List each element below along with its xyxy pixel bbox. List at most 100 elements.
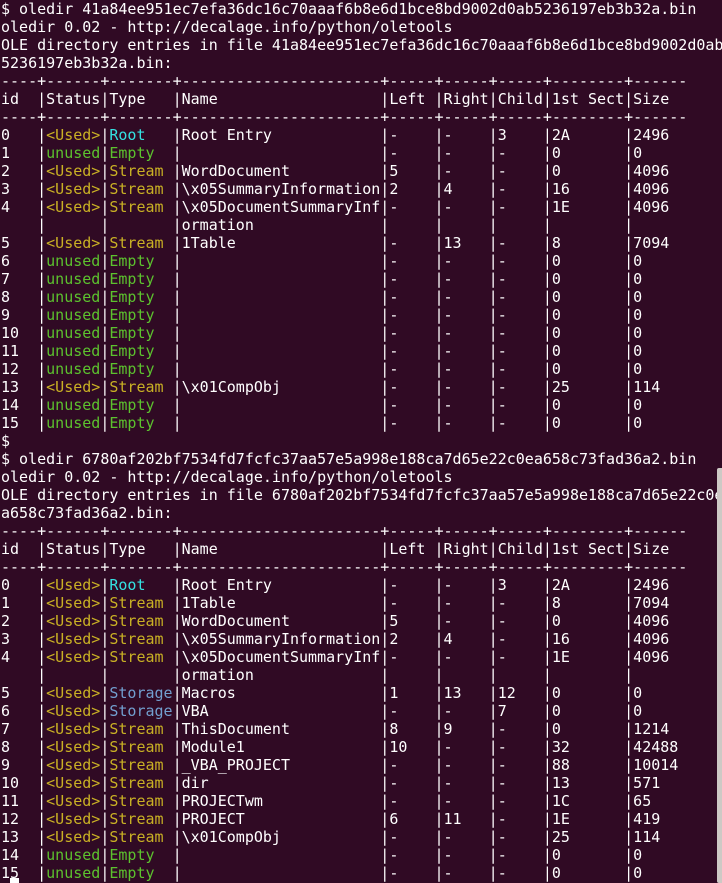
terminal-line: 12 |unused|Empty | |- |- |- |0 |0 — [1, 360, 722, 378]
terminal-text-segment: ----+------+-------+--------------------… — [1, 72, 687, 90]
terminal-text-segment: Stream — [109, 162, 172, 180]
terminal-text-segment: <Used> — [46, 684, 100, 702]
terminal-text-segment: |\x05SummaryInformation|2 |4 |- |16 |409… — [173, 630, 670, 648]
terminal-text-segment: Empty — [109, 864, 172, 882]
terminal-line: 5 |<Used>|Storage|Macros |1 |13 |12 |0 |… — [1, 684, 722, 702]
scrollbar-thumb[interactable] — [717, 468, 722, 883]
terminal-line: 12 |<Used>|Stream |PROJECT |6 |11 |- |1E… — [1, 810, 722, 828]
terminal-text-segment: OLE directory entries in file 41a84ee951… — [1, 36, 722, 54]
terminal-text-segment: <Used> — [46, 378, 100, 396]
terminal-text-segment: unused — [46, 864, 100, 882]
terminal-text-segment: Empty — [109, 288, 172, 306]
terminal-text-segment: |_VBA_PROJECT |- |- |- |88 |10014 — [173, 756, 679, 774]
terminal-line: 13 |<Used>|Stream |\x01CompObj |- |- |- … — [1, 378, 722, 396]
terminal-line: | | |ormation | | | | | — [1, 216, 722, 234]
terminal-text-segment: 1 | — [1, 594, 46, 612]
terminal-text-segment: |PROJECT |6 |11 |- |1E |419 — [173, 810, 661, 828]
terminal-text-segment: 0 | — [1, 126, 46, 144]
terminal-text-segment: |\x05DocumentSummaryInf|- |- |- |1E |409… — [173, 198, 670, 216]
terminal-text-segment: <Used> — [46, 738, 100, 756]
terminal-text-segment: 5236197eb3b32a.bin: — [1, 54, 173, 72]
terminal-text-segment: <Used> — [46, 828, 100, 846]
terminal-text-segment: 6 | — [1, 252, 46, 270]
terminal-text-segment: |dir |- |- |- |13 |571 — [173, 774, 661, 792]
terminal-text-segment: <Used> — [46, 198, 100, 216]
terminal-text-segment: Empty — [109, 144, 172, 162]
terminal-text-segment: | |- |- |- |0 |0 — [173, 252, 643, 270]
terminal-text-segment: ----+------+-------+--------------------… — [1, 558, 687, 576]
terminal-line: $ oledir 6780af202bf7534fd7fcfc37aa57e5a… — [1, 450, 722, 468]
terminal-line: ----+------+-------+--------------------… — [1, 558, 722, 576]
terminal-text-segment: Root — [109, 126, 172, 144]
terminal-text-segment: 0 | — [1, 576, 46, 594]
terminal-text-segment: 15 | — [1, 414, 46, 432]
terminal-text-segment: 13 | — [1, 378, 46, 396]
terminal-line: 8 |<Used>|Stream |Module1 |10 |- |- |32 … — [1, 738, 722, 756]
terminal-line: 10 |unused|Empty | |- |- |- |0 |0 — [1, 324, 722, 342]
terminal-line: 1 |<Used>|Stream |1Table |- |- |- |8 |70… — [1, 594, 722, 612]
terminal-text-segment: oledir 0.02 - http://decalage.info/pytho… — [1, 18, 453, 36]
text-cursor — [10, 878, 19, 883]
terminal-text-segment: Stream — [109, 378, 172, 396]
terminal-line: 6 |unused|Empty | |- |- |- |0 |0 — [1, 252, 722, 270]
terminal-text-segment: 2 | — [1, 612, 46, 630]
terminal-text-segment: |Root Entry |- |- |3 |2A |2496 — [173, 576, 670, 594]
terminal-line: id |Status|Type |Name |Left |Right|Child… — [1, 540, 722, 558]
terminal-text-segment: 6 | — [1, 702, 46, 720]
terminal-text-segment: 5 | — [1, 234, 46, 252]
terminal-text-segment: | |- |- |- |0 |0 — [173, 270, 643, 288]
terminal-line: | | |ormation | | | | | — [1, 666, 722, 684]
terminal-text-segment: | |- |- |- |0 |0 — [173, 864, 643, 882]
terminal-text-segment: | |- |- |- |0 |0 — [173, 414, 643, 432]
terminal-text-segment: 10 | — [1, 324, 46, 342]
terminal-line: 7 |unused|Empty | |- |- |- |0 |0 — [1, 270, 722, 288]
terminal-line: 9 |unused|Empty | |- |- |- |0 |0 — [1, 306, 722, 324]
terminal-text-segment: |\x05SummaryInformation|2 |4 |- |16 |409… — [173, 180, 670, 198]
terminal-text-segment: <Used> — [46, 180, 100, 198]
terminal-text-segment: <Used> — [46, 810, 100, 828]
terminal-text-segment: oledir 0.02 - http://decalage.info/pytho… — [1, 468, 453, 486]
terminal-line: 15 |unused|Empty | |- |- |- |0 |0 — [1, 414, 722, 432]
terminal-text-segment: <Used> — [46, 576, 100, 594]
terminal-text-segment: |WordDocument |5 |- |- |0 |4096 — [173, 162, 670, 180]
terminal-line: 3 |<Used>|Stream |\x05SummaryInformation… — [1, 180, 722, 198]
terminal-screen[interactable]: $ oledir 41a84ee951ec7efa36dc16c70aaaf6b… — [1, 0, 722, 882]
terminal-text-segment: 5 | — [1, 684, 46, 702]
terminal-line: 11 |unused|Empty | |- |- |- |0 |0 — [1, 342, 722, 360]
terminal-text-segment: |Module1 |10 |- |- |32 |42488 — [173, 738, 679, 756]
terminal-text-segment: unused — [46, 360, 100, 378]
terminal-text-segment: Stream — [109, 738, 172, 756]
terminal-text-segment: Root — [109, 576, 172, 594]
terminal-text-segment: 7 | — [1, 720, 46, 738]
terminal-text-segment: |\x01CompObj |- |- |- |25 |114 — [173, 828, 661, 846]
terminal-text-segment: | | |ormation | | | | | — [1, 216, 633, 234]
terminal-text-segment: <Used> — [46, 126, 100, 144]
terminal-text-segment: 4 | — [1, 198, 46, 216]
terminal-line: oledir 0.02 - http://decalage.info/pytho… — [1, 18, 722, 36]
terminal-text-segment: unused — [46, 846, 100, 864]
terminal-text-segment: |Macros |1 |13 |12 |0 |0 — [173, 684, 643, 702]
terminal-text-segment: Stream — [109, 630, 172, 648]
terminal-text-segment: 11 | — [1, 792, 46, 810]
terminal-text-segment: Stream — [109, 234, 172, 252]
terminal-line: ----+------+-------+--------------------… — [1, 522, 722, 540]
terminal-text-segment: Stream — [109, 612, 172, 630]
terminal-text-segment: Empty — [109, 846, 172, 864]
terminal-line: 0 |<Used>|Root |Root Entry |- |- |3 |2A … — [1, 126, 722, 144]
terminal-text-segment: | |- |- |- |0 |0 — [173, 846, 643, 864]
terminal-text-segment: |\x01CompObj |- |- |- |25 |114 — [173, 378, 661, 396]
terminal-text-segment: | |- |- |- |0 |0 — [173, 396, 643, 414]
terminal-text-segment: | |- |- |- |0 |0 — [173, 144, 643, 162]
terminal-text-segment: a658c73fad36a2.bin: — [1, 504, 173, 522]
terminal-line: $ — [1, 432, 722, 450]
terminal-text-segment: Empty — [109, 396, 172, 414]
terminal-text-segment: <Used> — [46, 702, 100, 720]
terminal-line: 14 |unused|Empty | |- |- |- |0 |0 — [1, 396, 722, 414]
terminal-line: 0 |<Used>|Root |Root Entry |- |- |3 |2A … — [1, 576, 722, 594]
terminal-text-segment: Stream — [109, 774, 172, 792]
terminal-text-segment: Empty — [109, 270, 172, 288]
terminal-text-segment: ----+------+-------+--------------------… — [1, 108, 687, 126]
terminal-text-segment: $ oledir 41a84ee951ec7efa36dc16c70aaaf6b… — [1, 0, 696, 18]
terminal-text-segment: 3 | — [1, 180, 46, 198]
terminal-text-segment: Storage — [109, 684, 172, 702]
